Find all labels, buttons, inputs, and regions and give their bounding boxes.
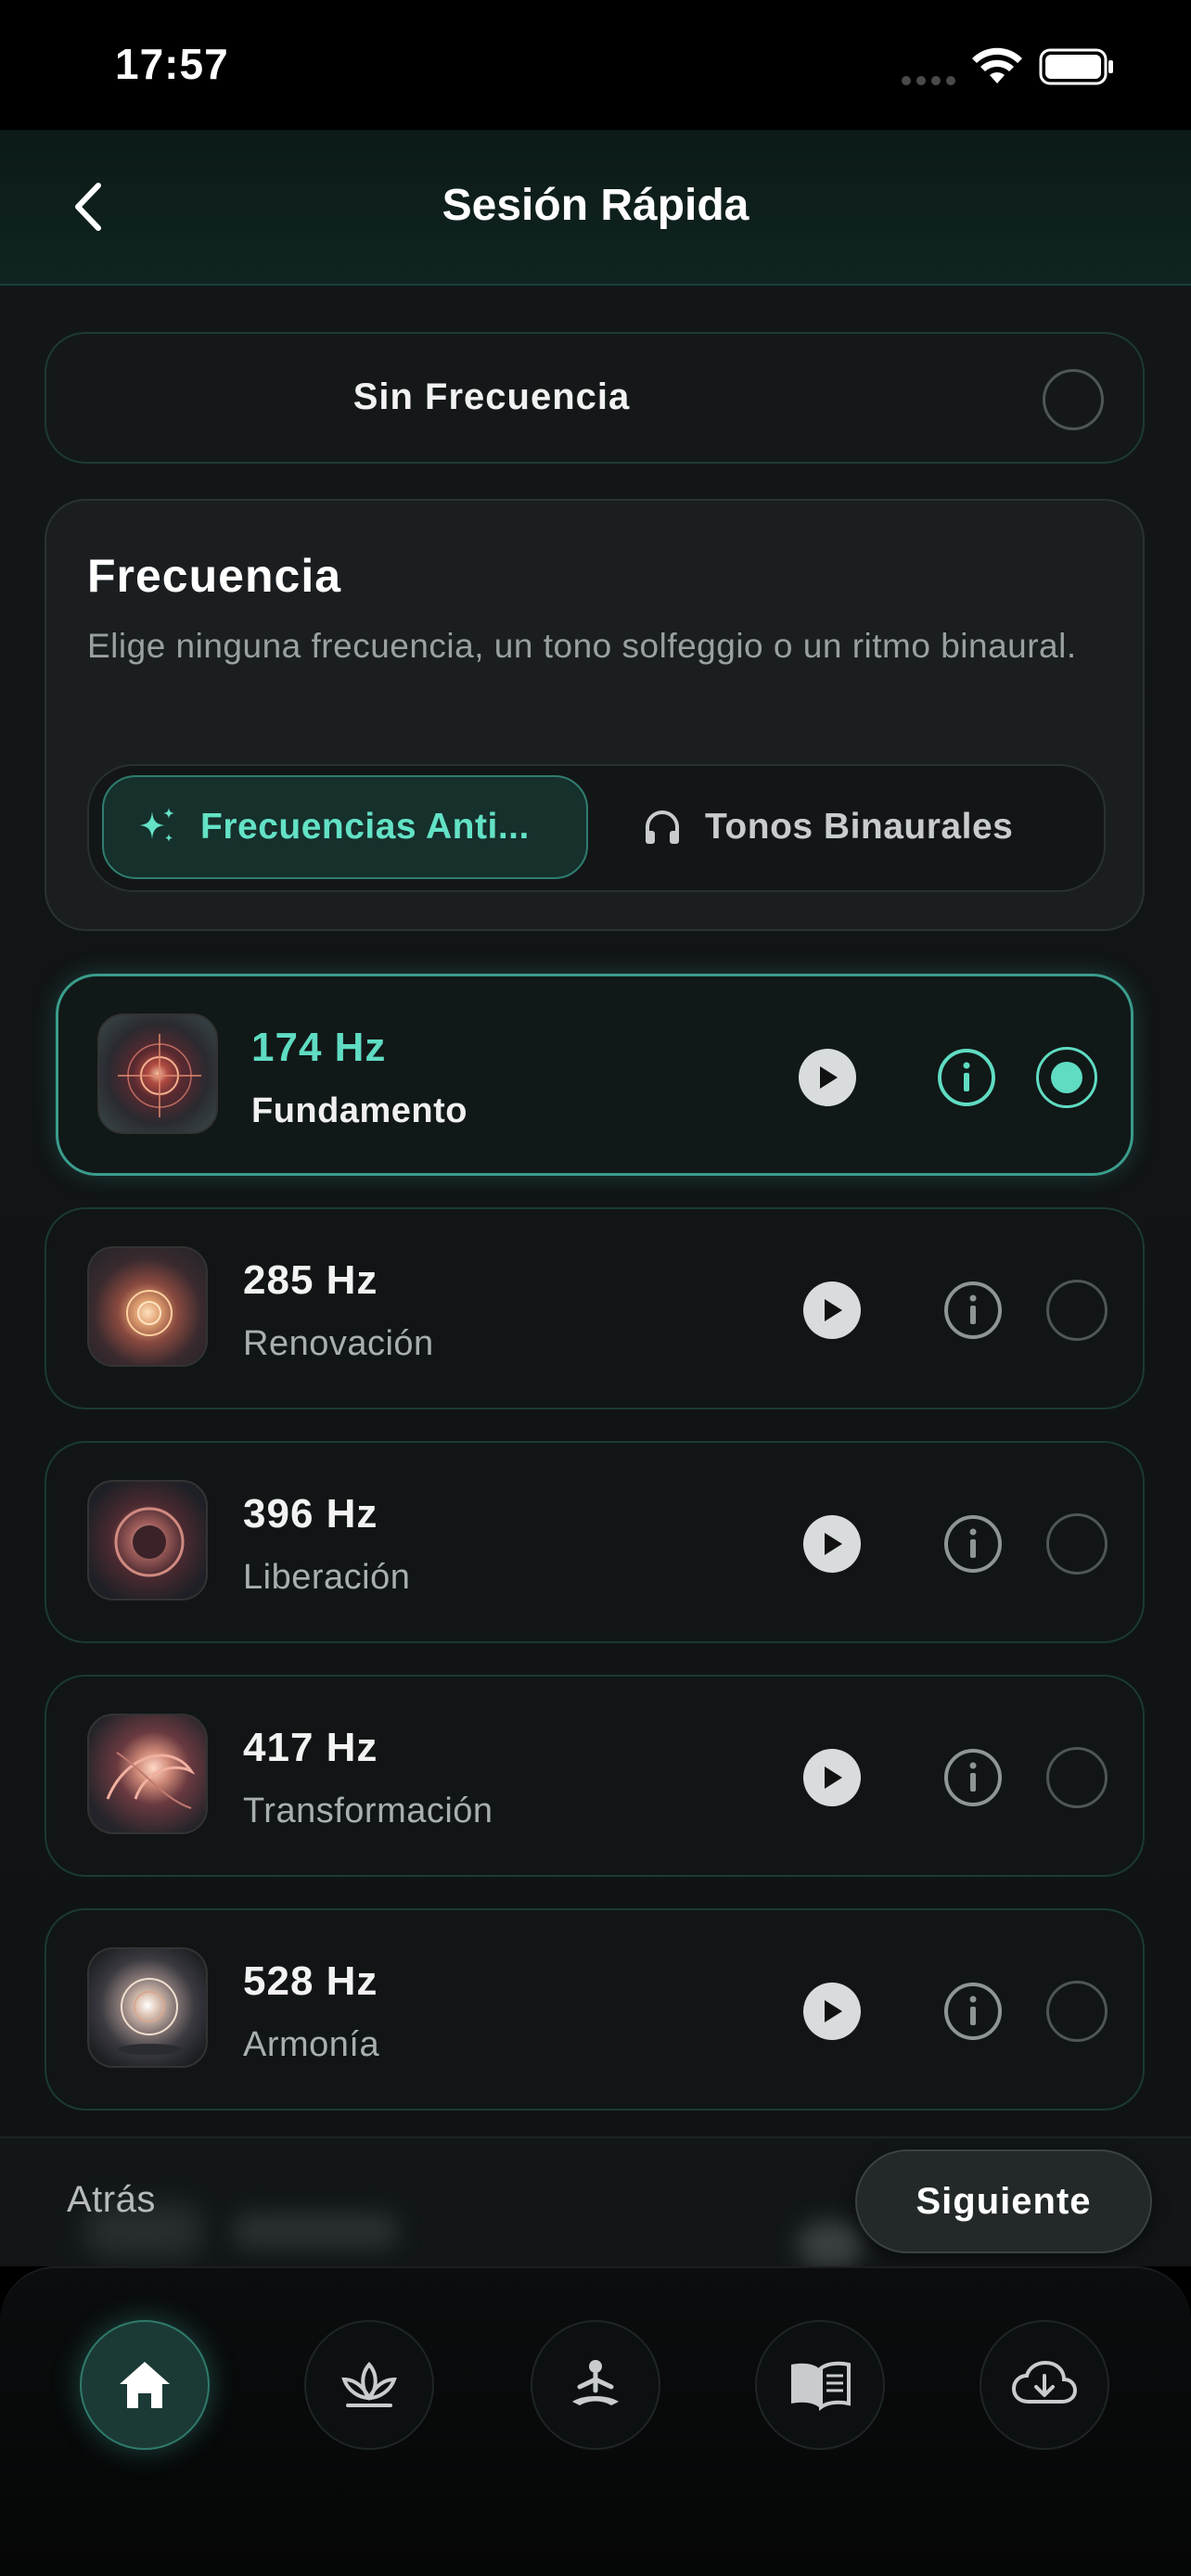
play-icon (825, 1766, 842, 1789)
frequency-row-417[interactable]: 417 Hz Transformación (45, 1675, 1145, 1877)
sparkles-icon (139, 808, 174, 842)
frequency-radio[interactable] (1046, 1747, 1108, 1808)
info-icon[interactable] (942, 1747, 1004, 1808)
bottom-tab-bar (0, 2266, 1191, 2576)
play-button[interactable] (803, 1749, 861, 1806)
frequency-hz: 285 Hz (243, 1257, 378, 1303)
frequency-radio[interactable] (1046, 1513, 1108, 1575)
home-icon (120, 2362, 170, 2408)
footer-actions: Atrás Siguiente (0, 2136, 1191, 2268)
no-frequency-radio[interactable] (1043, 369, 1104, 430)
play-icon (825, 2000, 842, 2022)
play-button[interactable] (803, 1515, 861, 1573)
section-title: Frecuencia (87, 550, 342, 602)
frequency-row-174[interactable]: 174 Hz Fundamento (56, 974, 1133, 1176)
play-icon (825, 1299, 842, 1321)
frequency-hz: 174 Hz (251, 1025, 387, 1070)
radio-selected-dot (1051, 1062, 1082, 1093)
no-frequency-option[interactable]: Sin Frecuencia (45, 332, 1145, 464)
status-time: 17:57 (115, 40, 229, 88)
tab-tonos-binaurales-label: Tonos Binaurales (705, 807, 1014, 847)
tab-meditation[interactable] (531, 2320, 660, 2450)
frequency-row-528[interactable]: 528 Hz Armonía (45, 1908, 1145, 2111)
tab-frecuencias-antiguas-label: Frecuencias Anti... (200, 807, 530, 847)
frequency-radio[interactable] (1046, 1981, 1108, 2042)
frequency-radio-selected[interactable] (1036, 1047, 1097, 1108)
headphones-icon (646, 810, 679, 844)
blurred-content (798, 2222, 863, 2268)
back-text-button[interactable]: Atrás (67, 2179, 156, 2221)
play-button[interactable] (799, 1049, 856, 1106)
no-frequency-label: Sin Frecuencia (352, 376, 631, 417)
navigation-bar: Sesión Rápida (0, 130, 1191, 286)
frequency-artwork (97, 1014, 218, 1134)
frequency-hz: 417 Hz (243, 1725, 378, 1770)
tab-tonos-binaurales[interactable]: Tonos Binaurales (642, 775, 1087, 879)
content-area: Sin Frecuencia Frecuencia Elige ninguna … (0, 286, 1191, 2140)
tab-lotus[interactable] (304, 2320, 434, 2450)
battery-icon (1039, 48, 1113, 85)
frequency-name: Fundamento (251, 1091, 467, 1130)
tab-home[interactable] (80, 2320, 210, 2450)
frequency-radio[interactable] (1046, 1280, 1108, 1341)
frequency-hz: 528 Hz (243, 1958, 378, 2004)
frequency-name: Liberación (243, 1558, 411, 1597)
cellular-signal-icon (902, 76, 955, 85)
frequency-row-285[interactable]: 285 Hz Renovación (45, 1207, 1145, 1409)
frequency-name: Transformación (243, 1792, 493, 1830)
frequency-artwork (87, 1246, 208, 1367)
frequency-section: Frecuencia Elige ninguna frecuencia, un … (45, 499, 1145, 931)
wifi-icon (972, 47, 1022, 83)
frequency-name: Renovación (243, 1324, 434, 1363)
cloud-download-icon (1011, 2360, 1078, 2404)
frequency-artwork (87, 1714, 208, 1834)
frequency-hz: 396 Hz (243, 1491, 378, 1537)
blurred-content (232, 2213, 399, 2250)
tab-frecuencias-antiguas[interactable]: Frecuencias Anti... (102, 775, 588, 879)
info-icon[interactable] (942, 1981, 1004, 2042)
status-bar: 17:57 (0, 0, 1191, 130)
play-button[interactable] (803, 1983, 861, 2040)
info-icon[interactable] (942, 1280, 1004, 1341)
next-button[interactable]: Siguiente (855, 2149, 1152, 2253)
play-button[interactable] (803, 1282, 861, 1339)
play-icon (825, 1533, 842, 1555)
tab-downloads[interactable] (980, 2320, 1109, 2450)
lotus-icon (341, 2362, 397, 2407)
info-icon[interactable] (936, 1047, 997, 1108)
frequency-type-segmented-control: Frecuencias Anti... Tonos Binaurales (87, 764, 1106, 892)
frequency-name: Armonía (243, 2025, 380, 2064)
play-icon (820, 1066, 838, 1089)
book-icon (791, 2361, 851, 2411)
meditation-icon (572, 2360, 619, 2405)
frequency-artwork (87, 1947, 208, 2068)
page-title: Sesión Rápida (442, 181, 749, 230)
tab-library[interactable] (755, 2320, 885, 2450)
frequency-artwork (87, 1480, 208, 1600)
info-icon[interactable] (942, 1513, 1004, 1575)
section-description: Elige ninguna frecuencia, un tono solfeg… (87, 627, 1077, 665)
frequency-row-396[interactable]: 396 Hz Liberación (45, 1441, 1145, 1643)
